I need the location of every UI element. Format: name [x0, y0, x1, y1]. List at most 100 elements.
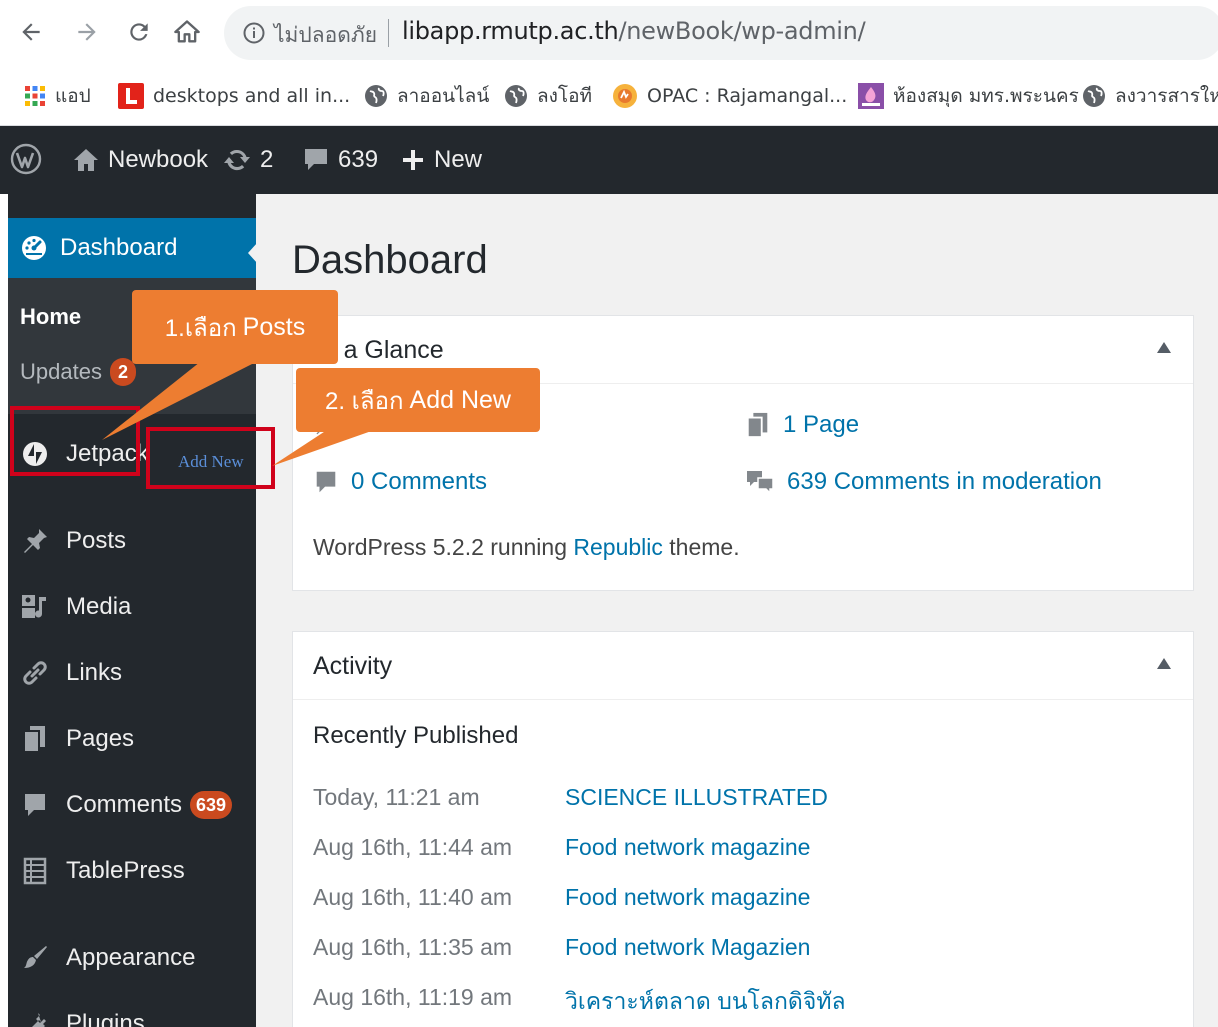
address-divider: [388, 19, 389, 47]
home-icon: [74, 149, 98, 171]
bookmark-label: OPAC : Rajamangal...: [647, 85, 848, 107]
apps-grid-icon: [24, 85, 46, 107]
bookmark-desktops[interactable]: desktops and all in...: [118, 82, 350, 110]
menu-media[interactable]: Media: [8, 579, 256, 635]
bookmark-leave-online[interactable]: ลาออนไลน์: [364, 82, 489, 110]
activity-post-link[interactable]: วิเคราะห์ตลาด บนโลกดิจิทัล: [565, 984, 846, 1020]
comments-moderation-icon: [747, 471, 774, 495]
wp-logo-button[interactable]: [10, 143, 50, 175]
screenshot: ไม่ปลอดภัย libapp.rmutp.ac.th/newBook/wp…: [0, 0, 1218, 1027]
callout-step-1: 1.เลือก Posts: [132, 290, 338, 364]
bookmark-opac[interactable]: OPAC : Rajamangal...: [612, 82, 847, 110]
callout-step-1-prefix: 1.เลือก: [164, 314, 237, 342]
at-a-glance-widget: At a Glance 3 Posts 1 Page 0 Comments 63…: [292, 315, 1194, 591]
pages-icon: [746, 412, 768, 438]
wp-admin-bar: Newbook 2 639 New: [0, 126, 1218, 194]
reload-button[interactable]: [122, 15, 156, 49]
recently-published-heading: Recently Published: [313, 722, 519, 749]
callout-step-2-target: Add New: [409, 385, 511, 414]
page-title: Dashboard: [292, 238, 488, 282]
link-icon: [18, 656, 52, 690]
comment-icon: [316, 471, 336, 493]
window-edge: [0, 194, 8, 1027]
bookmark-apps[interactable]: แอป: [24, 82, 91, 110]
comment-icon: [18, 788, 52, 822]
reload-icon: [130, 23, 148, 41]
brush-icon: [18, 941, 52, 975]
menu-posts[interactable]: Posts: [8, 513, 256, 569]
menu-posts-label: Posts: [66, 527, 127, 554]
updates-link[interactable]: 2: [222, 146, 273, 174]
activity-date: Today, 11:21 am: [313, 784, 480, 810]
menu-media-label: Media: [66, 593, 132, 620]
menu-comments-label: Comments: [66, 791, 183, 818]
submenu-home[interactable]: Home: [20, 304, 81, 330]
menu-plugins[interactable]: Plugins: [8, 996, 256, 1027]
comments-link[interactable]: 639: [302, 146, 378, 174]
glance-moderation: 639 Comments in moderation: [787, 468, 1102, 495]
activity-date: Aug 16th, 11:40 am: [313, 884, 513, 910]
wp-version-info: WordPress 5.2.2 running Republic theme.: [313, 534, 740, 561]
url-text[interactable]: libapp.rmutp.ac.th/newBook/wp-admin/: [402, 17, 866, 45]
widget-header[interactable]: Activity: [293, 632, 1193, 700]
site-name-link[interactable]: Newbook: [72, 146, 208, 174]
comments-count: 639: [338, 146, 379, 173]
globe-icon: [364, 84, 388, 108]
collapse-toggle-icon[interactable]: [1157, 342, 1171, 353]
library-logo-icon: [858, 83, 884, 109]
home-button[interactable]: [170, 15, 204, 49]
dashboard-gauge-icon: [22, 236, 46, 260]
menu-appearance[interactable]: Appearance: [8, 930, 256, 986]
bookmark-label: แอป: [55, 85, 91, 107]
collapse-toggle-icon[interactable]: [1157, 658, 1171, 669]
menu-tablepress-label: TablePress: [66, 857, 185, 884]
activity-post-link[interactable]: Food network Magazien: [565, 934, 810, 961]
opac-logo-icon: [612, 83, 638, 109]
menu-links-label: Links: [66, 659, 123, 686]
menu-comments[interactable]: Comments 639: [8, 777, 256, 833]
back-button[interactable]: [14, 15, 48, 49]
comments-badge: 639: [190, 791, 233, 819]
comment-icon: [305, 149, 327, 170]
plugin-icon: [18, 1007, 52, 1027]
bookmark-label: ลงวารสารใหม่: [1115, 85, 1218, 107]
bookmark-label: ลงโอที: [537, 85, 593, 107]
glance-pages-link[interactable]: 1 Page: [745, 410, 859, 440]
new-content-link[interactable]: New: [400, 146, 482, 174]
glance-moderation-link[interactable]: 639 Comments in moderation: [745, 468, 1102, 496]
wp-version-suffix: theme.: [662, 534, 740, 560]
main-content: Dashboard At a Glance 3 Posts 1 Page 0 C…: [256, 194, 1218, 1027]
forward-button[interactable]: [70, 15, 104, 49]
glance-pages: 1 Page: [783, 411, 860, 438]
url-path: /newBook/wp-admin/: [618, 17, 866, 45]
menu-links[interactable]: Links: [8, 645, 256, 701]
info-icon[interactable]: [242, 21, 266, 50]
bookmark-label: desktops and all in...: [153, 85, 351, 107]
theme-link[interactable]: Republic: [573, 534, 663, 560]
activity-post-link[interactable]: Food network magazine: [565, 884, 810, 911]
pages-icon: [18, 722, 52, 756]
activity-date: Aug 16th, 11:35 am: [313, 934, 513, 960]
updates-count: 2: [260, 146, 274, 173]
activity-post-link[interactable]: Food network magazine: [565, 834, 810, 861]
media-icon: [18, 590, 52, 624]
address-bar[interactable]: ไม่ปลอดภัย libapp.rmutp.ac.th/newBook/wp…: [224, 6, 1218, 60]
bookmark-ot[interactable]: ลงโอที: [504, 82, 592, 110]
forward-arrow-icon: [78, 23, 96, 41]
menu-tablepress[interactable]: TablePress: [8, 843, 256, 899]
menu-plugins-label: Plugins: [66, 1010, 145, 1027]
table-icon: [18, 854, 52, 888]
activity-date: Aug 16th, 11:44 am: [313, 834, 513, 860]
site-name: Newbook: [108, 146, 209, 173]
bookmark-journals[interactable]: ลงวารสารใหม่: [1082, 82, 1218, 110]
glance-comments-link[interactable]: 0 Comments: [313, 468, 487, 496]
bookmark-library[interactable]: ห้องสมุด มทร.พระนคร: [858, 82, 1079, 110]
menu-pages[interactable]: Pages: [8, 711, 256, 767]
browser-toolbar: ไม่ปลอดภัย libapp.rmutp.ac.th/newBook/wp…: [0, 0, 1218, 66]
submenu-updates[interactable]: Updates 2: [20, 358, 136, 386]
url-host: libapp.rmutp.ac.th: [402, 17, 619, 45]
activity-post-link[interactable]: SCIENCE ILLUSTRATED: [565, 784, 828, 811]
menu-dashboard[interactable]: Dashboard: [8, 218, 256, 278]
wp-version-text: WordPress 5.2.2 running: [313, 534, 574, 560]
new-label: New: [434, 146, 483, 173]
